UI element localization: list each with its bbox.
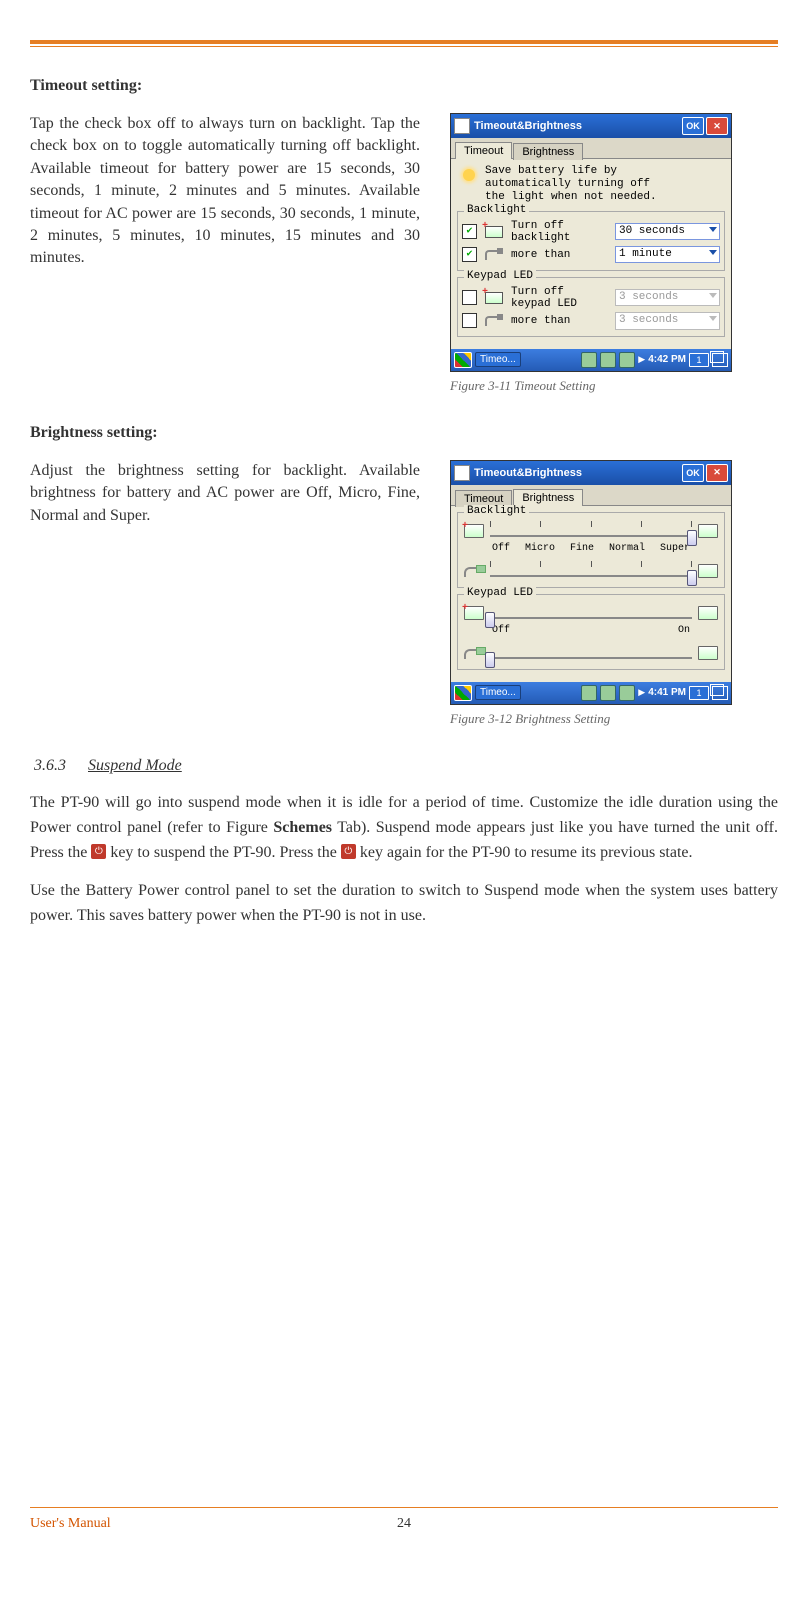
subsection-heading: 3.6.3 Suspend Mode [34,757,778,775]
start-icon[interactable] [454,685,472,701]
battery-full-icon [696,563,720,579]
power-key-icon: ⏻ [91,844,106,859]
plug-icon [462,563,486,579]
backlight-ac-slider[interactable] [490,561,692,581]
battery-full-icon [696,523,720,539]
timeout-heading: Timeout setting: [30,77,778,95]
backlight-battery-slider[interactable] [490,521,692,541]
keypad-ac-checkbox[interactable] [462,313,477,328]
backlight-ac-checkbox[interactable]: ✔ [462,247,477,262]
brightness-heading: Brightness setting: [30,424,778,442]
backlight-battery-dropdown[interactable]: 30 seconds [615,223,720,240]
battery-full-icon [696,645,720,661]
footer: User's Manual 24 [30,1507,778,1532]
tab-timeout[interactable]: Timeout [455,142,512,159]
start-icon[interactable] [454,352,472,368]
power-key-icon: ⏻ [341,844,356,859]
taskbar: Timeo... ▶ 4:41 PM 1 [451,682,731,704]
app-icon [454,118,470,134]
keypad-slider-labels: Off On [492,625,690,637]
battery-icon [462,523,486,539]
close-button[interactable]: ✕ [706,117,728,135]
backlight-group: Backlight ✔ Turn off backlight 30 second… [457,211,725,271]
taskbar-clock: 4:42 PM [648,354,686,365]
footer-label: User's Manual [30,1516,111,1532]
plug-icon [481,246,507,264]
keypad-ac-dropdown[interactable]: 3 seconds [615,312,720,329]
slider-labels: Off Micro Fine Normal Super [492,543,690,555]
figure-caption: Figure 3-12 Brightness Setting [450,711,740,727]
header-rule-thin [30,46,778,47]
sip-icon[interactable]: 1 [689,686,709,700]
desktop-icon[interactable] [712,686,728,700]
tray-arrow-icon[interactable]: ▶ [638,354,645,365]
app-icon [454,465,470,481]
keypad-battery-dropdown[interactable]: 3 seconds [615,289,720,306]
tab-brightness[interactable]: Brightness [513,143,583,160]
tray-icon[interactable] [600,685,616,701]
keypad-group: Keypad LED Off On [457,594,725,670]
tray-icon[interactable] [581,352,597,368]
keypad-battery-checkbox[interactable] [462,290,477,305]
sip-icon[interactable]: 1 [689,353,709,367]
keypad-group: Keypad LED Turn off keypad LED 3 seconds [457,277,725,337]
desktop-icon[interactable] [712,353,728,367]
suspend-para-2: Use the Battery Power control panel to s… [30,879,778,929]
taskbar-task[interactable]: Timeo... [475,685,521,700]
backlight-battery-checkbox[interactable]: ✔ [462,224,477,239]
close-button[interactable]: ✕ [706,464,728,482]
taskbar: Timeo... ▶ 4:42 PM 1 [451,349,731,371]
timeout-window: Timeout&Brightness OK ✕ Timeout Brightne… [450,113,732,372]
tab-brightness[interactable]: Brightness [513,489,583,506]
battery-icon [481,289,507,307]
taskbar-task[interactable]: Timeo... [475,352,521,367]
plug-icon [462,645,486,661]
window-title: Timeout&Brightness [474,120,582,132]
suspend-para-1: The PT-90 will go into suspend mode when… [30,791,778,865]
plug-icon [481,312,507,330]
figure-caption: Figure 3-11 Timeout Setting [450,378,740,394]
brightness-window: Timeout&Brightness OK ✕ Timeout Brightne… [450,460,732,705]
window-title: Timeout&Brightness [474,467,582,479]
tray-icon[interactable] [581,685,597,701]
titlebar: Timeout&Brightness OK ✕ [451,114,731,138]
keypad-battery-slider[interactable] [490,603,692,623]
battery-icon [481,223,507,241]
footer-page-number: 24 [397,1516,411,1532]
keypad-ac-slider[interactable] [490,643,692,663]
tray-icon[interactable] [600,352,616,368]
battery-icon [462,605,486,621]
tray-icon[interactable] [619,352,635,368]
backlight-group: Backlight Off Micro [457,512,725,588]
backlight-ac-dropdown[interactable]: 1 minute [615,246,720,263]
ok-button[interactable]: OK [682,117,704,135]
tray-icon[interactable] [619,685,635,701]
battery-full-icon [696,605,720,621]
tray-arrow-icon[interactable]: ▶ [638,687,645,698]
header-rule-thick [30,40,778,44]
brightness-paragraph: Adjust the brightness setting for backli… [30,460,420,527]
timeout-paragraph: Tap the check box off to always turn on … [30,113,420,270]
bulb-icon [457,165,481,189]
taskbar-clock: 4:41 PM [648,687,686,698]
titlebar: Timeout&Brightness OK ✕ [451,461,731,485]
ok-button[interactable]: OK [682,464,704,482]
hint-text: Save battery life by automatically turni… [485,165,657,205]
